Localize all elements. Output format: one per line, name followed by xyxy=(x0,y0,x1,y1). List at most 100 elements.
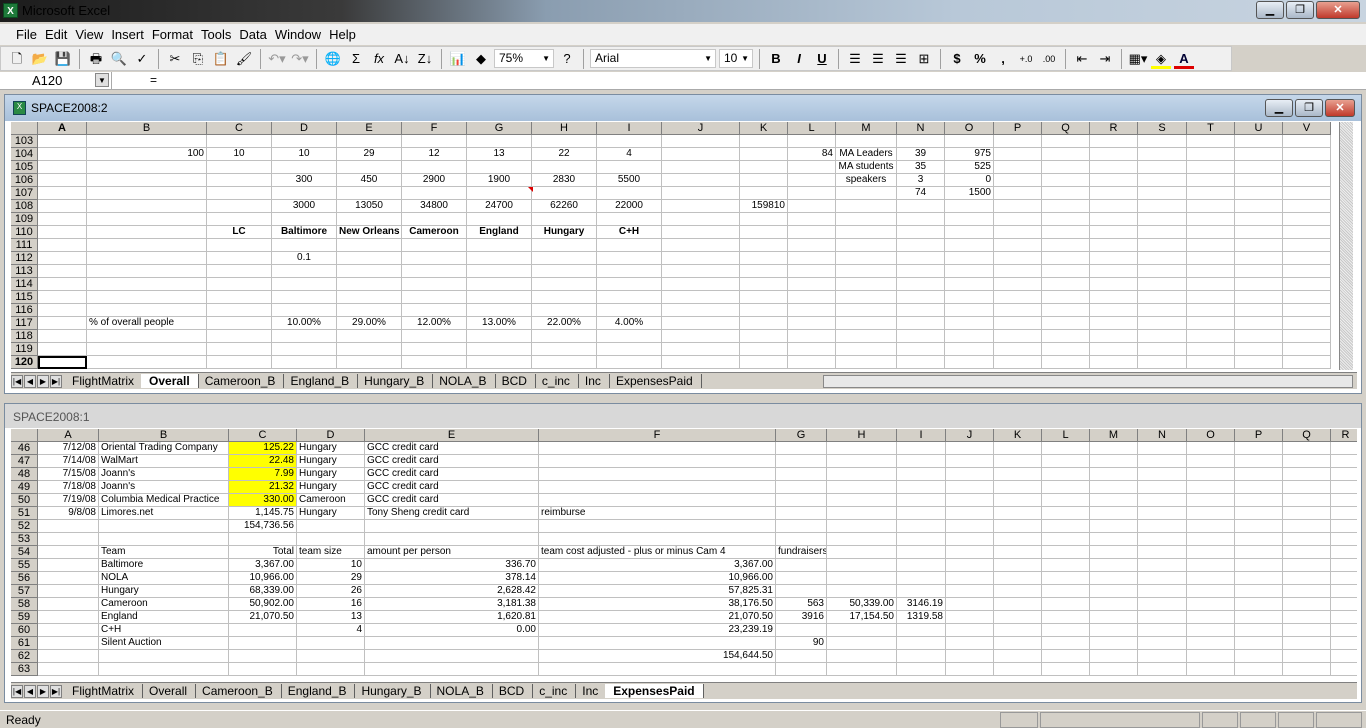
cell-B110[interactable] xyxy=(87,226,207,239)
cell-S115[interactable] xyxy=(1138,291,1187,304)
column-header-G[interactable]: G xyxy=(467,122,532,135)
cell-D112[interactable]: 0.1 xyxy=(272,252,337,265)
cell-P48[interactable] xyxy=(1235,468,1283,481)
cell-K116[interactable] xyxy=(740,304,788,317)
cell-L107[interactable] xyxy=(788,187,836,200)
cell-J50[interactable] xyxy=(946,494,994,507)
cell-J111[interactable] xyxy=(662,239,740,252)
cell-C120[interactable] xyxy=(207,356,272,369)
cell-F110[interactable]: Cameroon xyxy=(402,226,467,239)
cell-L116[interactable] xyxy=(788,304,836,317)
cell-U112[interactable] xyxy=(1235,252,1283,265)
cell-J110[interactable] xyxy=(662,226,740,239)
cell-H107[interactable] xyxy=(532,187,597,200)
column-header-O[interactable]: O xyxy=(1187,429,1235,442)
cell-C51[interactable]: 1,145.75 xyxy=(229,507,297,520)
cell-C56[interactable]: 10,966.00 xyxy=(229,572,297,585)
cell-F116[interactable] xyxy=(402,304,467,317)
cell-C53[interactable] xyxy=(229,533,297,546)
cell-N114[interactable] xyxy=(897,278,945,291)
cell-M47[interactable] xyxy=(1090,455,1138,468)
cell-P50[interactable] xyxy=(1235,494,1283,507)
cell-Q59[interactable] xyxy=(1283,611,1331,624)
cell-I118[interactable] xyxy=(597,330,662,343)
cell-R60[interactable] xyxy=(1331,624,1357,637)
cell-I108[interactable]: 22000 xyxy=(597,200,662,213)
cell-O117[interactable] xyxy=(945,317,994,330)
cell-M115[interactable] xyxy=(836,291,897,304)
cell-D52[interactable] xyxy=(297,520,365,533)
cell-E48[interactable]: GCC credit card xyxy=(365,468,539,481)
cell-P59[interactable] xyxy=(1235,611,1283,624)
cell-F108[interactable]: 34800 xyxy=(402,200,467,213)
row-header-53[interactable]: 53 xyxy=(11,533,38,546)
cell-P61[interactable] xyxy=(1235,637,1283,650)
cell-V112[interactable] xyxy=(1283,252,1331,265)
cell-H58[interactable]: 50,339.00 xyxy=(827,598,897,611)
cell-V108[interactable] xyxy=(1283,200,1331,213)
cell-I56[interactable] xyxy=(897,572,946,585)
cell-H112[interactable] xyxy=(532,252,597,265)
cell-P105[interactable] xyxy=(994,161,1042,174)
cell-E110[interactable]: New Orleans xyxy=(337,226,402,239)
cell-G119[interactable] xyxy=(467,343,532,356)
cell-M51[interactable] xyxy=(1090,507,1138,520)
column-header-J[interactable]: J xyxy=(946,429,994,442)
cell-P109[interactable] xyxy=(994,213,1042,226)
cell-G105[interactable] xyxy=(467,161,532,174)
cell-G50[interactable] xyxy=(776,494,827,507)
cell-F113[interactable] xyxy=(402,265,467,278)
column-header-Q[interactable]: Q xyxy=(1283,429,1331,442)
cell-H59[interactable]: 17,154.50 xyxy=(827,611,897,624)
cell-F58[interactable]: 38,176.50 xyxy=(539,598,776,611)
cell-B48[interactable]: Joann's xyxy=(99,468,229,481)
open-icon[interactable]: 📂 xyxy=(30,49,50,69)
cell-J107[interactable] xyxy=(662,187,740,200)
cell-T110[interactable] xyxy=(1187,226,1235,239)
cell-N48[interactable] xyxy=(1138,468,1187,481)
cell-N106[interactable]: 3 xyxy=(897,174,945,187)
cell-G59[interactable]: 3916 xyxy=(776,611,827,624)
cell-U108[interactable] xyxy=(1235,200,1283,213)
row-header-58[interactable]: 58 xyxy=(11,598,38,611)
cell-K110[interactable] xyxy=(740,226,788,239)
cell-L54[interactable] xyxy=(1042,546,1090,559)
cell-A120[interactable] xyxy=(38,356,87,369)
cell-M61[interactable] xyxy=(1090,637,1138,650)
cell-N55[interactable] xyxy=(1138,559,1187,572)
print-icon[interactable]: 🖶 xyxy=(86,49,106,69)
cell-Q60[interactable] xyxy=(1283,624,1331,637)
cell-G107[interactable] xyxy=(467,187,532,200)
cell-K49[interactable] xyxy=(994,481,1042,494)
cell-S109[interactable] xyxy=(1138,213,1187,226)
horizontal-scrollbar[interactable] xyxy=(823,375,1353,388)
cell-N115[interactable] xyxy=(897,291,945,304)
cell-H116[interactable] xyxy=(532,304,597,317)
cell-F52[interactable] xyxy=(539,520,776,533)
restore-button[interactable]: ❐ xyxy=(1286,1,1314,19)
cell-U103[interactable] xyxy=(1235,135,1283,148)
cell-K50[interactable] xyxy=(994,494,1042,507)
row-header-59[interactable]: 59 xyxy=(11,611,38,624)
fill-color-icon[interactable]: ◈ xyxy=(1151,49,1171,69)
cell-I117[interactable]: 4.00% xyxy=(597,317,662,330)
cell-P60[interactable] xyxy=(1235,624,1283,637)
cell-E114[interactable] xyxy=(337,278,402,291)
sheet-tab-hungary_b[interactable]: Hungary_B xyxy=(353,684,431,698)
cell-P117[interactable] xyxy=(994,317,1042,330)
cell-A107[interactable] xyxy=(38,187,87,200)
column-header-F[interactable]: F xyxy=(402,122,467,135)
cell-D49[interactable]: Hungary xyxy=(297,481,365,494)
cell-E103[interactable] xyxy=(337,135,402,148)
column-header-M[interactable]: M xyxy=(836,122,897,135)
cell-E54[interactable]: amount per person xyxy=(365,546,539,559)
cell-A105[interactable] xyxy=(38,161,87,174)
cell-A62[interactable] xyxy=(38,650,99,663)
cell-N60[interactable] xyxy=(1138,624,1187,637)
cell-L59[interactable] xyxy=(1042,611,1090,624)
cell-F59[interactable]: 21,070.50 xyxy=(539,611,776,624)
cell-M55[interactable] xyxy=(1090,559,1138,572)
cell-J109[interactable] xyxy=(662,213,740,226)
cell-Q119[interactable] xyxy=(1042,343,1090,356)
cell-H63[interactable] xyxy=(827,663,897,676)
